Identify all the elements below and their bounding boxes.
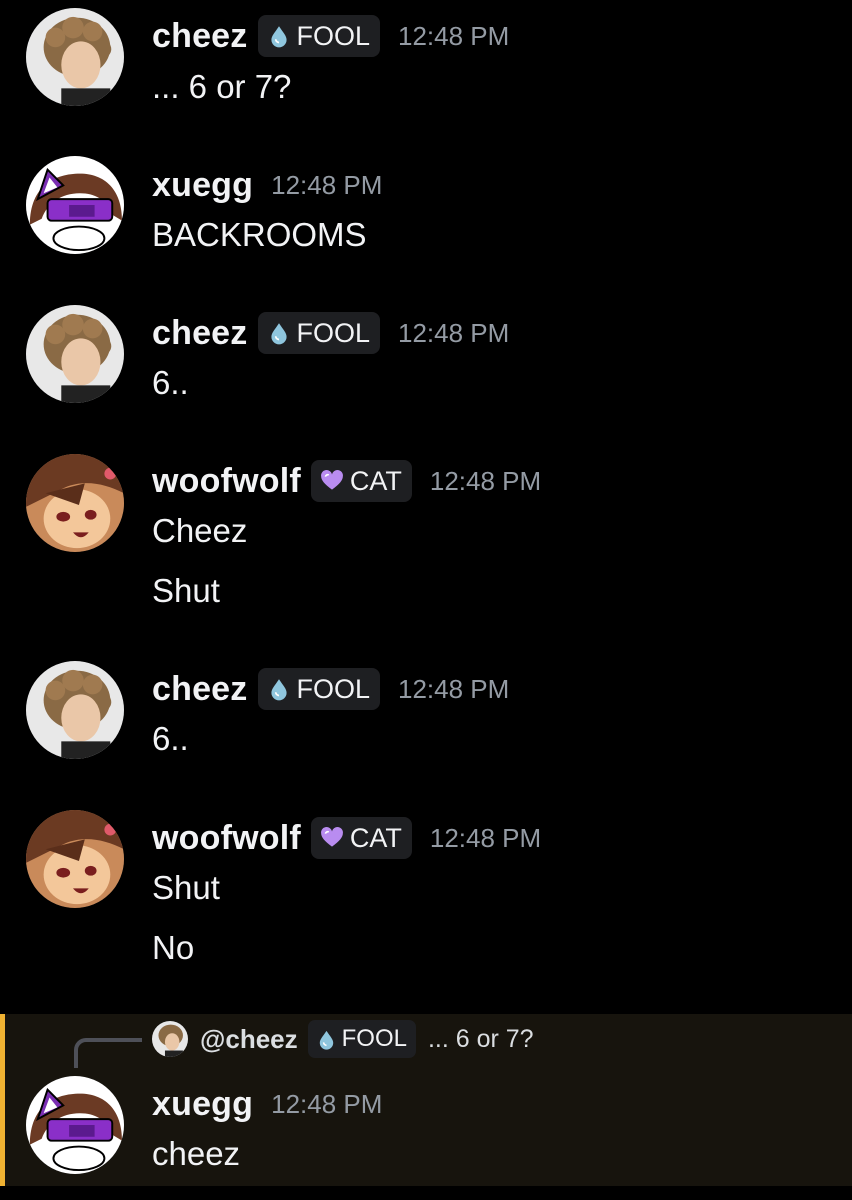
timestamp[interactable]: 12:48 PM: [430, 823, 541, 854]
curly-hair-portrait-avatar: [26, 661, 124, 759]
message-text: Shut: [152, 572, 220, 609]
water-drop-icon: [270, 26, 287, 48]
user-avatar[interactable]: [26, 661, 124, 759]
message-text: Shut: [152, 869, 220, 906]
user-avatar[interactable]: [26, 454, 124, 552]
purple-cat-ear-avatar: [26, 156, 124, 254]
username[interactable]: cheez: [152, 17, 248, 56]
purple-cat-ear-avatar: [26, 1076, 124, 1174]
message-text: cheez: [152, 1135, 241, 1172]
timestamp[interactable]: 12:48 PM: [398, 674, 509, 705]
username[interactable]: xuegg: [152, 166, 253, 205]
timestamp[interactable]: 12:48 PM: [398, 21, 509, 52]
water-drop-icon: [270, 679, 287, 701]
role-badge[interactable]: FOOL: [257, 312, 381, 354]
timestamp[interactable]: 12:48 PM: [398, 318, 509, 349]
username[interactable]: cheez: [152, 670, 248, 709]
role-badge[interactable]: FOOL: [307, 1020, 416, 1058]
role-badge[interactable]: CAT: [310, 460, 412, 502]
username[interactable]: xuegg: [152, 1085, 253, 1124]
curly-hair-portrait-avatar: [26, 8, 124, 106]
reply-avatar: [152, 1021, 188, 1057]
reply-preview-text: ... 6 or 7?: [427, 1024, 534, 1053]
message-text: 6..: [152, 720, 189, 757]
water-drop-icon: [319, 1030, 333, 1050]
role-label: FOOL: [296, 317, 371, 348]
message-text: BACKROOMS: [152, 216, 367, 253]
username[interactable]: woofwolf: [152, 462, 301, 501]
user-avatar[interactable]: [26, 1076, 124, 1174]
role-badge[interactable]: FOOL: [257, 668, 381, 710]
username[interactable]: woofwolf: [152, 819, 301, 858]
message-text: No: [152, 929, 195, 966]
message-text: 6..: [152, 364, 189, 401]
reply-reference[interactable]: @cheez FOOL ... 6 or 7?: [152, 1018, 534, 1060]
timestamp[interactable]: 12:48 PM: [430, 466, 541, 497]
role-badge[interactable]: FOOL: [257, 15, 381, 57]
purple-heart-icon: [320, 470, 343, 490]
user-avatar[interactable]: [26, 8, 124, 106]
message-text: ... 6 or 7?: [152, 68, 292, 105]
anime-wolf-girl-avatar: [26, 810, 124, 908]
reply-mention[interactable]: @cheez: [200, 1024, 298, 1055]
username[interactable]: cheez: [152, 314, 248, 353]
role-label: FOOL: [341, 1025, 407, 1052]
water-drop-icon: [270, 323, 287, 345]
role-label: FOOL: [296, 20, 371, 51]
user-avatar[interactable]: [26, 305, 124, 403]
role-label: CAT: [349, 465, 402, 496]
reply-connector: [74, 1038, 142, 1068]
role-label: CAT: [349, 822, 402, 853]
curly-hair-portrait-avatar: [26, 305, 124, 403]
role-badge[interactable]: CAT: [310, 817, 412, 859]
chat-log: cheez FOOL 12:48 PM ... 6 or 7? xuegg 12…: [0, 0, 852, 1200]
anime-wolf-girl-avatar: [26, 454, 124, 552]
user-avatar[interactable]: [26, 156, 124, 254]
timestamp[interactable]: 12:48 PM: [271, 1089, 382, 1120]
purple-heart-icon: [320, 827, 343, 847]
message-text: Cheez: [152, 512, 248, 549]
curly-hair-portrait-avatar: [152, 1021, 188, 1057]
timestamp[interactable]: 12:48 PM: [271, 170, 382, 201]
role-label: FOOL: [296, 673, 371, 704]
user-avatar[interactable]: [26, 810, 124, 908]
mention-highlight-bar: [0, 1014, 5, 1186]
